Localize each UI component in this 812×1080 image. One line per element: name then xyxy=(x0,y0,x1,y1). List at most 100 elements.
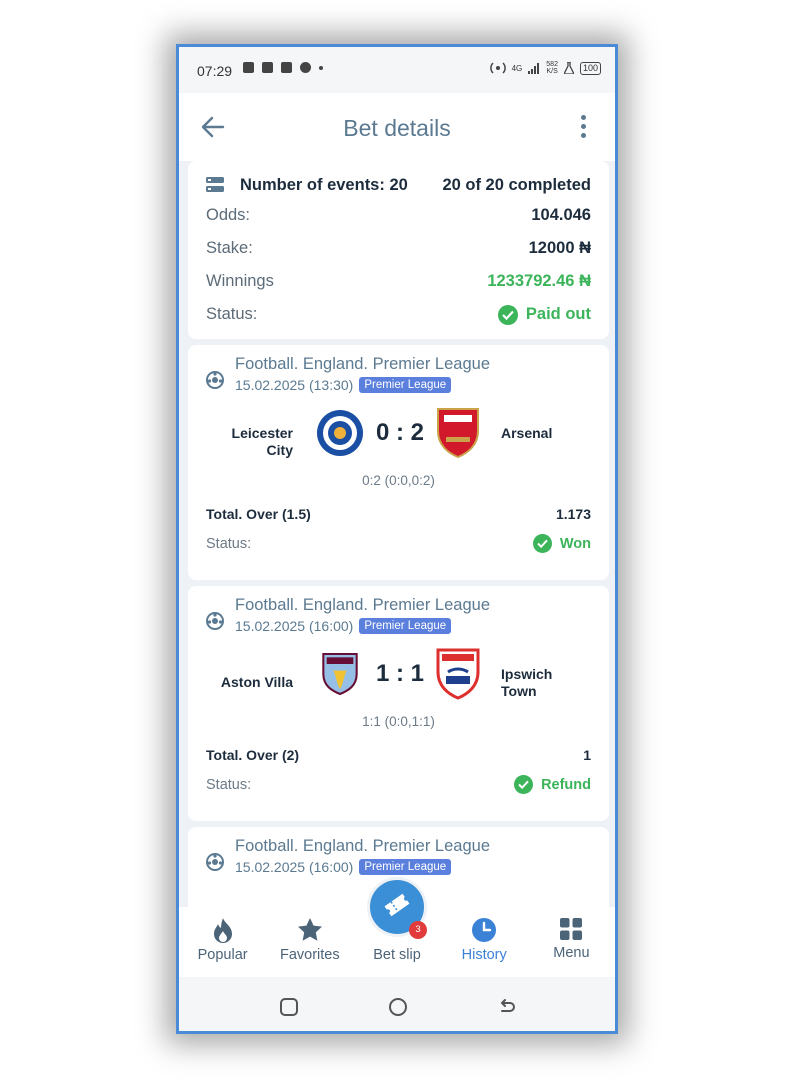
signal-icon xyxy=(528,62,540,74)
nav-bet-slip[interactable]: 3 Bet slip xyxy=(353,877,440,977)
battery-icon: 100 xyxy=(579,61,601,75)
event-status: Refund xyxy=(514,775,591,794)
fire-icon xyxy=(213,918,232,943)
xender-icon xyxy=(300,62,311,73)
odds-row: Odds: 104.046 xyxy=(206,199,591,232)
event-card[interactable]: Football. England. Premier League 15.02.… xyxy=(188,586,609,821)
system-icons: 4G 582 K/S 100 xyxy=(489,61,601,75)
bet-market: Total. Over (1.5) xyxy=(206,506,311,522)
event-league: Football. England. Premier League 15.02.… xyxy=(206,837,591,875)
system-navigation-bar xyxy=(179,977,615,1031)
match-row: Aston Villa 1 : 1 Ipswich Town xyxy=(206,646,591,720)
more-notifications-dot xyxy=(319,65,323,70)
league-name: Football. England. Premier League xyxy=(235,596,490,614)
bet-market: Total. Over (2) xyxy=(206,747,300,763)
bet-row: Total. Over (2) 1 xyxy=(206,747,591,763)
nav-label: Popular xyxy=(197,947,248,963)
football-icon xyxy=(206,371,224,389)
recent-apps-icon[interactable] xyxy=(279,997,299,1017)
home-team: Aston Villa xyxy=(220,674,293,690)
app-icon xyxy=(262,62,273,73)
grid-icon xyxy=(560,918,583,940)
phone-frame: 07:29 4G 582 K/S 100 Bet details Number o… xyxy=(176,44,618,1034)
league-badge: Premier League xyxy=(359,859,452,875)
league-name: Football. England. Premier League xyxy=(235,355,490,373)
app-bar: Bet details xyxy=(179,93,615,161)
bet-summary-card: Number of events: 20 20 of 20 completed … xyxy=(188,161,609,339)
clock-icon xyxy=(472,918,497,942)
match-score: 0 : 2 xyxy=(375,419,425,446)
event-status: Won xyxy=(532,534,591,553)
stake-row: Stake: 12000 ₦ xyxy=(206,232,591,265)
nav-label: Favorites xyxy=(279,947,340,963)
home-icon[interactable] xyxy=(388,997,408,1017)
event-status-row: Status: Won xyxy=(206,534,591,553)
nav-label: History xyxy=(461,947,507,963)
odds-label: Odds: xyxy=(206,206,251,224)
league-name: Football. England. Premier League xyxy=(235,837,490,855)
aston-villa-crest-icon xyxy=(322,652,358,696)
league-badge: Premier League xyxy=(359,377,452,393)
net-speed: 582 K/S xyxy=(546,61,558,75)
events-list-icon xyxy=(206,177,224,192)
event-date-text: 15.02.2025 (13:30) xyxy=(235,377,354,393)
nav-label: Menu xyxy=(553,945,590,961)
tiktok-icon xyxy=(281,62,292,73)
ipswich-crest-icon xyxy=(436,648,480,700)
home-team: Leicester City xyxy=(231,425,293,458)
match-row: Leicester City 0 : 2 Arsenal xyxy=(206,405,591,479)
nav-menu[interactable]: Menu xyxy=(528,907,615,977)
event-date-text: 15.02.2025 (16:00) xyxy=(235,859,354,875)
stake-label: Stake: xyxy=(206,239,253,257)
facebook-icon xyxy=(243,62,254,73)
football-icon xyxy=(206,612,224,630)
status-row: Status: Paid out xyxy=(206,298,591,331)
status-label: Status: xyxy=(206,305,258,323)
events-completed: 20 of 20 completed xyxy=(442,175,591,194)
bottom-navigation: Popular Favorites 3 Bet slip History Men… xyxy=(179,877,615,977)
status-text: Paid out xyxy=(525,305,591,323)
star-icon xyxy=(297,918,322,941)
event-status-text: Refund xyxy=(541,776,591,793)
league-badge: Premier League xyxy=(359,618,452,634)
nav-popular[interactable]: Popular xyxy=(179,907,266,977)
winnings-label: Winnings xyxy=(206,272,274,290)
check-circle-icon xyxy=(532,534,552,553)
event-status-text: Won xyxy=(559,535,591,552)
events-count: Number of events: 20 xyxy=(240,175,408,194)
bet-details-content[interactable]: Number of events: 20 20 of 20 completed … xyxy=(188,161,609,907)
stake-value: 12000 ₦ xyxy=(528,239,591,257)
event-status-label: Status: xyxy=(206,776,252,793)
bet-slip-count-badge: 3 xyxy=(409,921,427,939)
status-value: Paid out xyxy=(497,304,591,325)
notification-icons xyxy=(243,62,323,73)
nav-history[interactable]: History xyxy=(441,907,528,977)
nav-favorites[interactable]: Favorites xyxy=(266,907,353,977)
event-date: 15.02.2025 (16:00) Premier League xyxy=(235,618,490,634)
event-card[interactable]: Football. England. Premier League 15.02.… xyxy=(188,345,609,580)
ticket-icon xyxy=(384,893,410,917)
football-icon xyxy=(206,853,224,871)
flask-icon xyxy=(563,62,574,74)
more-options-icon[interactable] xyxy=(579,115,587,141)
bet-odds: 1 xyxy=(583,747,591,763)
network-type: 4G xyxy=(511,63,523,73)
nav-label: Bet slip xyxy=(373,947,421,963)
winnings-row: Winnings 1233792.46 ₦ xyxy=(206,265,591,298)
events-header: Number of events: 20 20 of 20 completed xyxy=(206,171,591,199)
event-league: Football. England. Premier League 15.02.… xyxy=(206,596,591,634)
status-bar: 07:29 4G 582 K/S 100 xyxy=(179,47,615,93)
event-league: Football. England. Premier League 15.02.… xyxy=(206,355,591,393)
winnings-value: 1233792.46 ₦ xyxy=(487,272,591,290)
back-nav-icon[interactable] xyxy=(497,997,517,1017)
event-status-row: Status: Refund xyxy=(206,775,591,794)
bet-odds: 1.173 xyxy=(555,506,591,522)
arsenal-crest-icon xyxy=(437,408,479,459)
event-status-label: Status: xyxy=(206,535,252,552)
away-team: Arsenal xyxy=(501,425,553,441)
page-title: Bet details xyxy=(343,115,451,141)
check-circle-icon xyxy=(497,304,518,325)
event-date: 15.02.2025 (16:00) Premier League xyxy=(235,859,490,875)
hotspot-icon xyxy=(489,62,506,74)
leicester-crest-icon xyxy=(317,410,363,456)
